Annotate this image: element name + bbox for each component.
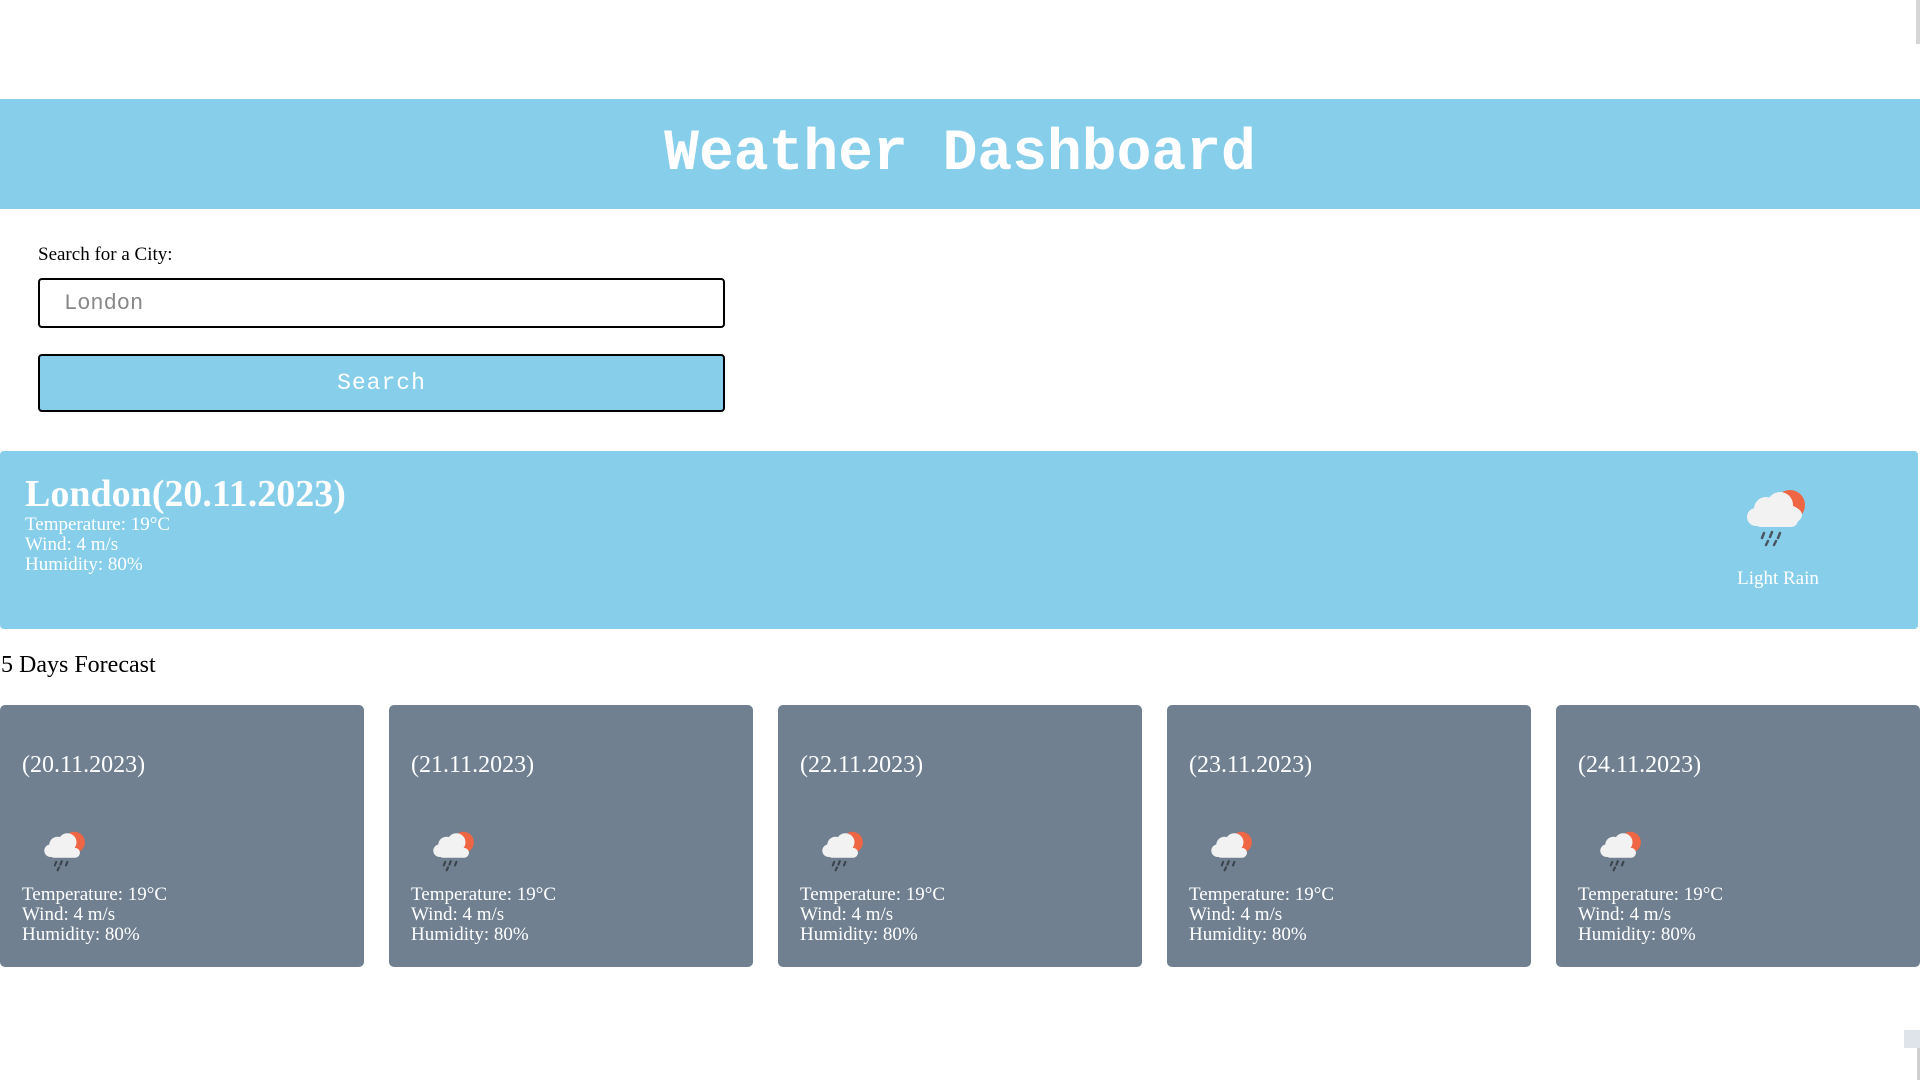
current-condition-label: Light Rain — [1737, 568, 1819, 589]
forecast-wind: Wind: 4 m/s — [411, 904, 505, 925]
rain-cloud-sun-icon — [1211, 831, 1252, 872]
forecast-card: (24.11.2023) Temperature: 19°C Wind: 4 m… — [1556, 705, 1920, 967]
forecast-card: (20.11.2023) Temperature: 19°C Wind: 4 m… — [0, 705, 364, 967]
forecast-card: (23.11.2023) Temperature: 19°C Wind: 4 m… — [1167, 705, 1531, 967]
forecast-date: (22.11.2023) — [800, 752, 924, 778]
page-title: Weather Dashboard — [664, 121, 1256, 187]
forecast-temperature: Temperature: 19°C — [22, 884, 168, 905]
forecast-humidity: Humidity: 80% — [1189, 924, 1307, 945]
forecast-card: (21.11.2023) Temperature: 19°C Wind: 4 m… — [389, 705, 753, 967]
forecast-temperature: Temperature: 19°C — [411, 884, 557, 905]
rain-cloud-sun-icon — [1747, 490, 1805, 547]
forecast-date: (24.11.2023) — [1578, 752, 1702, 778]
search-button[interactable]: Search — [38, 354, 725, 412]
current-humidity: Humidity: 80% — [25, 554, 143, 575]
forecast-date: (20.11.2023) — [22, 752, 146, 778]
forecast-details: Temperature: 19°C Wind: 4 m/s Humidity: … — [22, 885, 167, 945]
forecast-details: Temperature: 19°C Wind: 4 m/s Humidity: … — [1578, 885, 1723, 945]
search-section: Search for a City: Search — [38, 244, 725, 412]
rain-cloud-sun-icon — [822, 831, 863, 872]
current-weather-panel: London(20.11.2023) Temperature: 19°C Win… — [0, 451, 1918, 629]
current-weather-info: London(20.11.2023) Temperature: 19°C Win… — [25, 473, 346, 575]
current-wind: Wind: 4 m/s — [25, 534, 119, 555]
rain-cloud-sun-icon — [1600, 831, 1641, 872]
forecast-heading: 5 Days Forecast — [1, 652, 156, 678]
forecast-wind: Wind: 4 m/s — [22, 904, 116, 925]
forecast-details: Temperature: 19°C Wind: 4 m/s Humidity: … — [800, 885, 945, 945]
forecast-humidity: Humidity: 80% — [411, 924, 529, 945]
rain-cloud-sun-icon — [44, 831, 85, 872]
forecast-temperature: Temperature: 19°C — [1578, 884, 1724, 905]
forecast-wind: Wind: 4 m/s — [800, 904, 894, 925]
forecast-date: (21.11.2023) — [411, 752, 535, 778]
current-condition: Light Rain — [1718, 481, 1838, 590]
forecast-card: (22.11.2023) Temperature: 19°C Wind: 4 m… — [778, 705, 1142, 967]
forecast-humidity: Humidity: 80% — [800, 924, 918, 945]
scrollbar-thumb[interactable] — [1904, 1030, 1920, 1048]
search-label: Search for a City: — [38, 244, 173, 265]
forecast-cards: (20.11.2023) Temperature: 19°C Wind: 4 m… — [0, 705, 1920, 967]
forecast-date: (23.11.2023) — [1189, 752, 1313, 778]
scrollbar-top[interactable] — [1916, 0, 1920, 44]
current-temperature: Temperature: 19°C — [25, 514, 171, 535]
forecast-humidity: Humidity: 80% — [22, 924, 140, 945]
forecast-temperature: Temperature: 19°C — [800, 884, 946, 905]
app-header: Weather Dashboard — [0, 99, 1920, 209]
rain-cloud-sun-icon — [433, 831, 474, 872]
city-search-input[interactable] — [38, 278, 725, 328]
forecast-wind: Wind: 4 m/s — [1578, 904, 1672, 925]
page: Weather Dashboard Search for a City: Sea… — [0, 0, 1920, 1080]
forecast-temperature: Temperature: 19°C — [1189, 884, 1335, 905]
forecast-humidity: Humidity: 80% — [1578, 924, 1696, 945]
forecast-wind: Wind: 4 m/s — [1189, 904, 1283, 925]
forecast-details: Temperature: 19°C Wind: 4 m/s Humidity: … — [1189, 885, 1334, 945]
current-city-title: London(20.11.2023) — [25, 473, 346, 515]
forecast-details: Temperature: 19°C Wind: 4 m/s Humidity: … — [411, 885, 556, 945]
